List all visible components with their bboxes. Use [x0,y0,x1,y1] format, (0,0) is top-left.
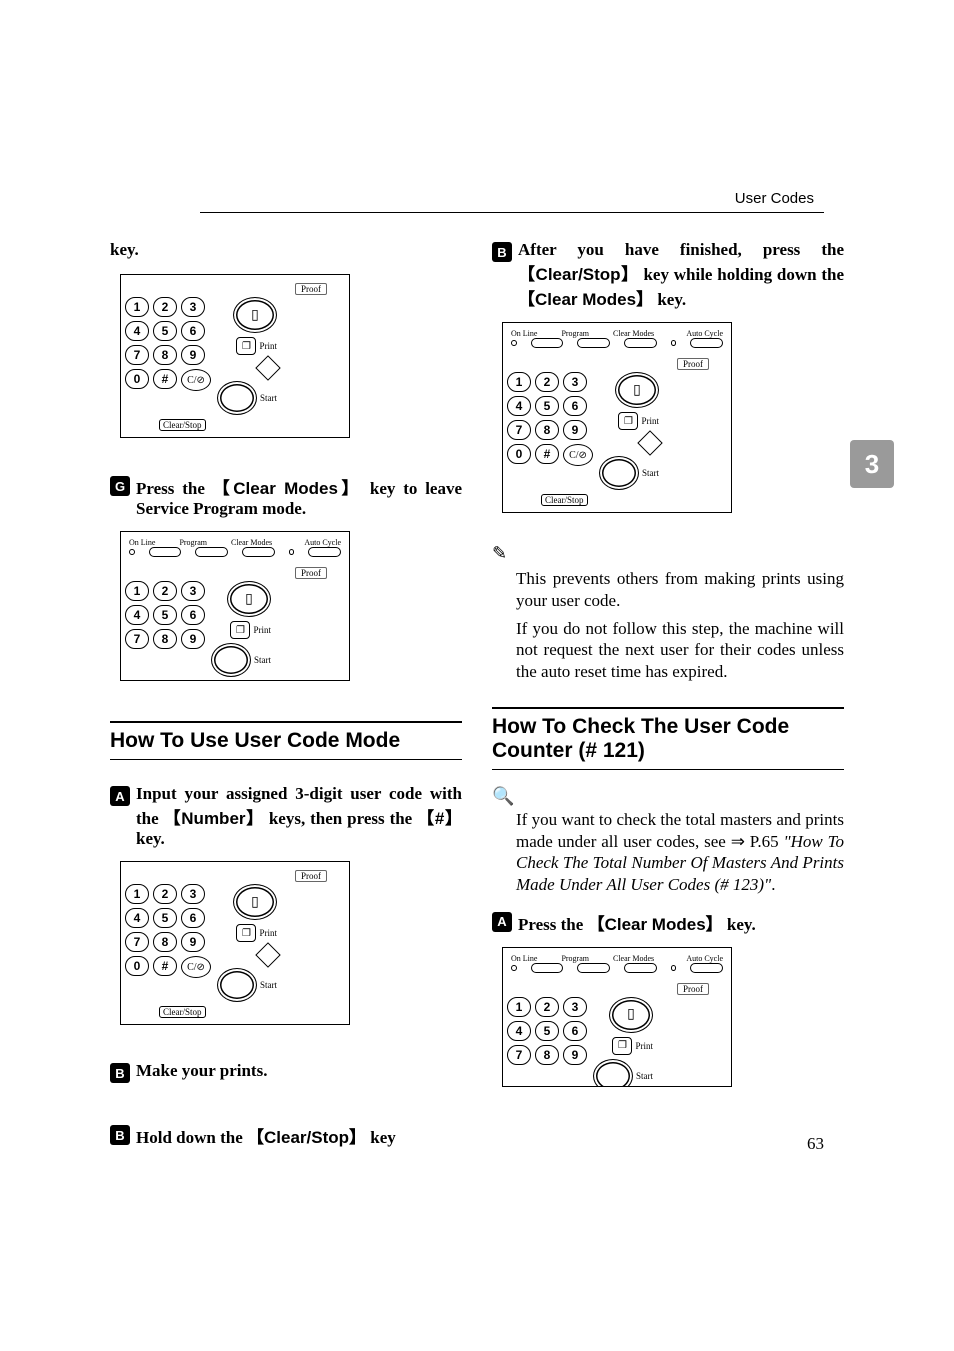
step-a-t3: key. [136,829,165,848]
clearstop-label: Clear/Stop [541,494,588,506]
rstepb-t1: After you have finished, press the [518,240,844,259]
step-balt-t1: Hold down the [136,1128,247,1147]
proof-label: Proof [677,358,709,370]
clearmodes-key: Clear Modes [535,290,636,309]
program-label: Program [179,538,207,547]
keypad-figure-2: On Line Program Clear Modes Auto Cycle P… [120,531,350,681]
autocycle-label: Auto Cycle [304,538,341,547]
rstepb-t2: key while holding down the [639,265,844,284]
proof-label: Proof [295,283,327,295]
left-column: key. Proof 123 456 789 0#C/⊘ ▯ ❐Print [110,240,462,1154]
online-label: On Line [511,954,537,963]
clear-stop-icon: C/⊘ [181,369,211,391]
step-number-icon: B [110,1063,130,1083]
proof-button-icon: ▯ [233,297,277,333]
proof-label: Proof [295,567,327,579]
step-a-right: A Press the 【Clear Modes】 key. [492,910,844,935]
number-key: Number [181,809,245,828]
rstepb-t3: key. [653,290,686,309]
clearstop-key: Clear/Stop [536,265,621,284]
section-heading-use-code: How To Use User Code Mode [110,721,462,760]
note-p2: If you do not follow this step, the mach… [516,618,844,683]
step-g: G Press the 【Clear Modes】 key to leave S… [110,474,462,519]
prep-ref: ⇒ P.65 [731,832,784,851]
clearmodes-label: Clear Modes [231,538,272,547]
step-b-makeprints: B Make your prints. [110,1061,462,1083]
step-number-icon: B [110,1125,130,1145]
prep-period: . [771,875,775,894]
step-b-hold: B Hold down the 【Clear/Stop】 key [110,1123,462,1148]
header-rule [200,212,824,213]
program-label: Program [561,954,589,963]
keypad-figure-4: On Line Program Clear Modes Auto Cycle P… [502,322,732,513]
clearstop-label: Clear/Stop [159,1006,206,1018]
clearmodes-label: Clear Modes [613,954,654,963]
clear-modes-key: Clear Modes [233,479,338,498]
preparation-body: If you want to check the total masters a… [516,809,844,896]
page-number: 63 [807,1134,824,1154]
section-heading-check-counter: How To Check The User Code Counter (# 12… [492,707,844,770]
clearmodes-key: Clear Modes [605,915,706,934]
note-body: This prevents others from making prints … [516,568,844,689]
autocycle-label: Auto Cycle [686,954,723,963]
step-number-icon: G [110,476,130,496]
online-label: On Line [129,538,155,547]
step-b-text: Make your prints. [136,1061,462,1081]
clearstop-key: Clear/Stop [264,1128,349,1147]
preparation-icon: 🔍 [492,786,844,807]
continuation-key: key. [110,240,462,260]
right-column: B After you have finished, press the 【Cl… [492,240,844,1154]
clear-stop-icon: C/⊘ [563,444,593,466]
keypad-figure-3: Proof 123 456 789 0#C/⊘ ▯ ❐Print Start [120,861,350,1025]
rstepa-t1: Press the [518,915,588,934]
online-label: On Line [511,329,537,338]
note-p1: This prevents others from making prints … [516,568,844,612]
proof-label: Proof [677,983,709,995]
clearmodes-label: Clear Modes [613,329,654,338]
note-icon: ✎ [492,543,844,564]
autocycle-label: Auto Cycle [686,329,723,338]
keypad-figure-5: On Line Program Clear Modes Auto Cycle P… [502,947,732,1087]
diamond-icon [255,355,280,380]
step-b-right: B After you have finished, press the 【Cl… [492,240,844,310]
step-number-icon: A [492,912,512,932]
proof-label: Proof [295,870,327,882]
step-a-left: A Input your assigned 3-digit user code … [110,784,462,849]
step-number-icon: A [110,786,130,806]
keypad-figure-1: Proof 123 456 789 0#C/⊘ ▯ ❐Print Start [120,274,350,438]
step-a-t2: keys, then press the [264,809,417,828]
step-balt-t2: key [366,1128,396,1147]
rstepa-t2: key. [723,915,756,934]
program-label: Program [561,329,589,338]
running-header: User Codes [735,190,814,207]
hash-key: # [435,809,444,828]
step-number-icon: B [492,242,512,262]
chapter-tab: 3 [850,440,894,488]
clearstop-label: Clear/Stop [159,419,206,431]
step-g-prefix: Press the [136,479,213,498]
clear-stop-icon: C/⊘ [181,956,211,978]
